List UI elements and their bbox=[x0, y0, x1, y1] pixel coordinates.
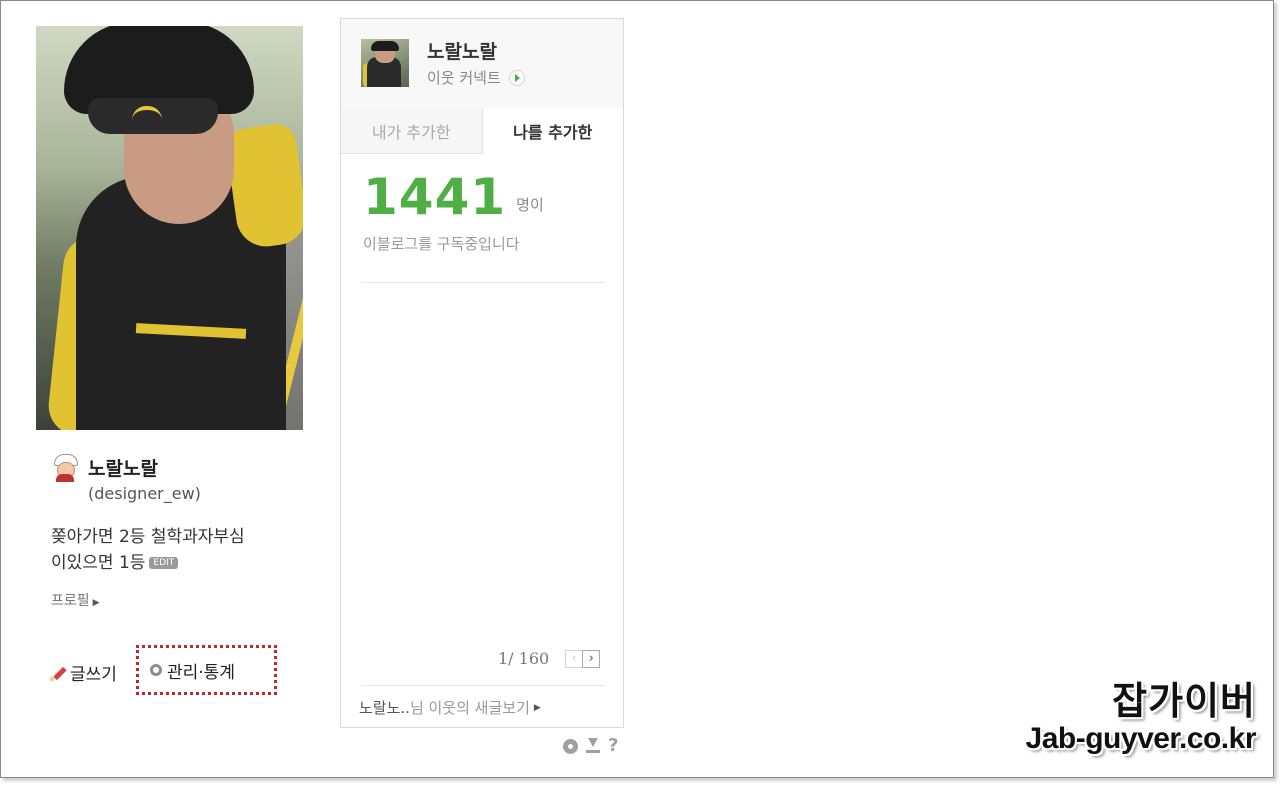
neighbor-widget: 노랄노랄 이웃 커넥트 내가 추가한 나를 추가한 1441 명이 이블로그를 … bbox=[340, 18, 624, 728]
tab-added-me[interactable]: 나를 추가한 bbox=[482, 108, 623, 154]
bio-line-1: 쫒아가면 2등 철학과자부심 bbox=[51, 527, 245, 547]
profile-nickname: 노랄노랄 bbox=[88, 457, 158, 480]
prev-page-button[interactable]: ‹ bbox=[565, 649, 584, 668]
write-label: 글쓰기 bbox=[70, 665, 117, 685]
manage-stats-button[interactable]: 관리·통계 bbox=[136, 645, 277, 695]
subscriber-count-row: 1441 명이 bbox=[363, 171, 544, 223]
download-icon[interactable] bbox=[586, 738, 600, 754]
next-page-button[interactable]: › bbox=[582, 649, 601, 668]
profile-link-label: 프로필 bbox=[51, 593, 90, 609]
gear-icon bbox=[148, 662, 164, 678]
edit-button[interactable]: EDIT bbox=[149, 557, 179, 569]
profile-photo[interactable] bbox=[36, 26, 303, 430]
widget-thumbnail[interactable] bbox=[361, 39, 409, 87]
profile-user-id: (designer_ew) bbox=[88, 484, 201, 503]
play-icon bbox=[508, 69, 525, 86]
widget-blog-name[interactable]: 노랄노랄 bbox=[427, 37, 497, 64]
subscriber-count: 1441 bbox=[363, 168, 507, 226]
chef-avatar-icon bbox=[50, 452, 80, 482]
watermark-url: Jab-guyver.co.kr bbox=[1025, 722, 1257, 755]
help-icon[interactable]: ? bbox=[608, 737, 618, 755]
tab-added-by-me[interactable]: 내가 추가한 bbox=[341, 108, 483, 154]
widget-header: 노랄노랄 이웃 커넥트 bbox=[341, 19, 623, 109]
neighbor-new-posts-link[interactable]: 노랄노.. 님 이웃의 새글보기 ▶ bbox=[359, 697, 541, 718]
arrow-right-icon: ▶ bbox=[533, 702, 541, 713]
profile-link[interactable]: 프로필 ▶ bbox=[51, 590, 100, 610]
pencil-icon bbox=[50, 665, 66, 681]
write-button[interactable]: 글쓰기 bbox=[50, 660, 117, 685]
arrow-right-icon: ▶ bbox=[92, 598, 100, 608]
bio-line-2: 이있으면 1등 EDIT bbox=[51, 550, 301, 576]
widget-pager: 1/ 160 ‹ › bbox=[498, 649, 601, 668]
neighbor-connect-link[interactable]: 이웃 커넥트 bbox=[427, 67, 525, 88]
manage-label: 관리·통계 bbox=[167, 662, 235, 683]
widget-divider bbox=[361, 282, 605, 283]
page-indicator: 1/ 160 bbox=[498, 649, 550, 668]
footer-text: 님 이웃의 새글보기 bbox=[409, 699, 530, 717]
nickname-row: 노랄노랄 bbox=[50, 452, 158, 482]
bio-line-2-text: 이있으면 1등 bbox=[51, 553, 146, 573]
widget-tabs: 내가 추가한 나를 추가한 bbox=[341, 108, 623, 154]
subscriber-count-unit: 명이 bbox=[516, 196, 544, 214]
widget-divider-bottom bbox=[361, 685, 605, 686]
widget-tools: ? bbox=[563, 737, 618, 755]
gear-icon[interactable] bbox=[563, 738, 578, 754]
profile-bio: 쫒아가면 2등 철학과자부심 이있으면 1등 EDIT bbox=[51, 524, 301, 576]
watermark-title: 잡가이버 bbox=[1112, 681, 1256, 723]
footer-blog-name: 노랄노.. bbox=[359, 699, 410, 717]
subscriber-description: 이블로그를 구독중입니다 bbox=[363, 235, 520, 253]
neighbor-connect-label: 이웃 커넥트 bbox=[427, 69, 501, 87]
